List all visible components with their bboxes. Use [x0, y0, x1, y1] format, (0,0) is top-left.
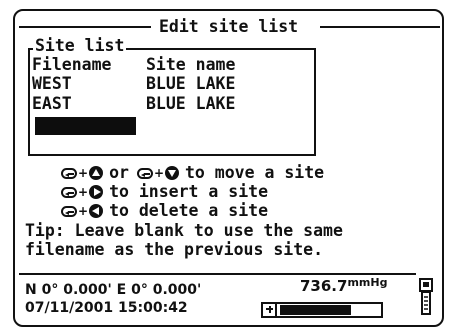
- instruction-move-text: to move a site: [185, 163, 325, 182]
- delete-key-combo: +: [61, 202, 104, 220]
- title-rule-right: [320, 26, 440, 28]
- instruction-delete-text: to delete a site: [109, 201, 269, 220]
- battery-plus-icon: [263, 304, 277, 316]
- enter-icon: [61, 205, 77, 217]
- instruction-insert-text: to insert a site: [109, 182, 269, 201]
- pressure-unit: mmHg: [347, 276, 388, 289]
- enter-icon: [136, 167, 153, 179]
- enter-icon: [61, 167, 77, 179]
- status-divider: [19, 273, 416, 275]
- tip-line-2: filename as the previous site.: [25, 240, 324, 259]
- battery-fill: [280, 305, 351, 315]
- device-screen: Edit site list Site list Filename Site n…: [13, 9, 444, 327]
- left-arrow-icon: [89, 204, 104, 218]
- move-key-combo-1: +: [61, 164, 104, 182]
- gps-coordinates: N 0° 0.000' E 0° 0.000': [25, 282, 202, 298]
- tip-line-1: Tip: Leave blank to use the same: [25, 221, 343, 240]
- barometric-pressure: 736.7mmHg: [300, 276, 388, 296]
- up-arrow-icon: [89, 166, 104, 180]
- pressure-value: 736.7: [300, 277, 348, 295]
- instruction-insert: + to insert a site: [61, 183, 268, 201]
- enter-icon: [61, 186, 77, 198]
- battery-track: [280, 305, 378, 315]
- site-row-1-site-name[interactable]: BLUE LAKE: [146, 75, 235, 93]
- site-row-2-filename[interactable]: EAST: [32, 95, 72, 113]
- selected-new-filename-cell[interactable]: [35, 117, 136, 135]
- right-arrow-icon: [89, 185, 104, 199]
- screen-title: Edit site list: [159, 17, 299, 36]
- title-rule-left: [19, 26, 151, 28]
- insert-key-combo: +: [61, 183, 104, 201]
- move-key-combo-2: +: [136, 164, 179, 182]
- sonde-device-icon: [419, 278, 433, 315]
- site-list-legend: Site list: [33, 36, 127, 55]
- site-row-2-site-name[interactable]: BLUE LAKE: [146, 95, 235, 113]
- instruction-delete: + to delete a site: [61, 202, 268, 220]
- down-arrow-icon: [165, 166, 179, 180]
- battery-gauge: [261, 302, 383, 318]
- instruction-move-joiner: or: [109, 163, 129, 182]
- site-row-1-filename[interactable]: WEST: [32, 75, 72, 93]
- column-header-site-name: Site name: [146, 55, 236, 74]
- column-header-filename: Filename: [32, 55, 112, 74]
- instruction-move: + or + to move a site: [61, 164, 324, 182]
- status-datetime: 07/11/2001 15:00:42: [25, 300, 188, 316]
